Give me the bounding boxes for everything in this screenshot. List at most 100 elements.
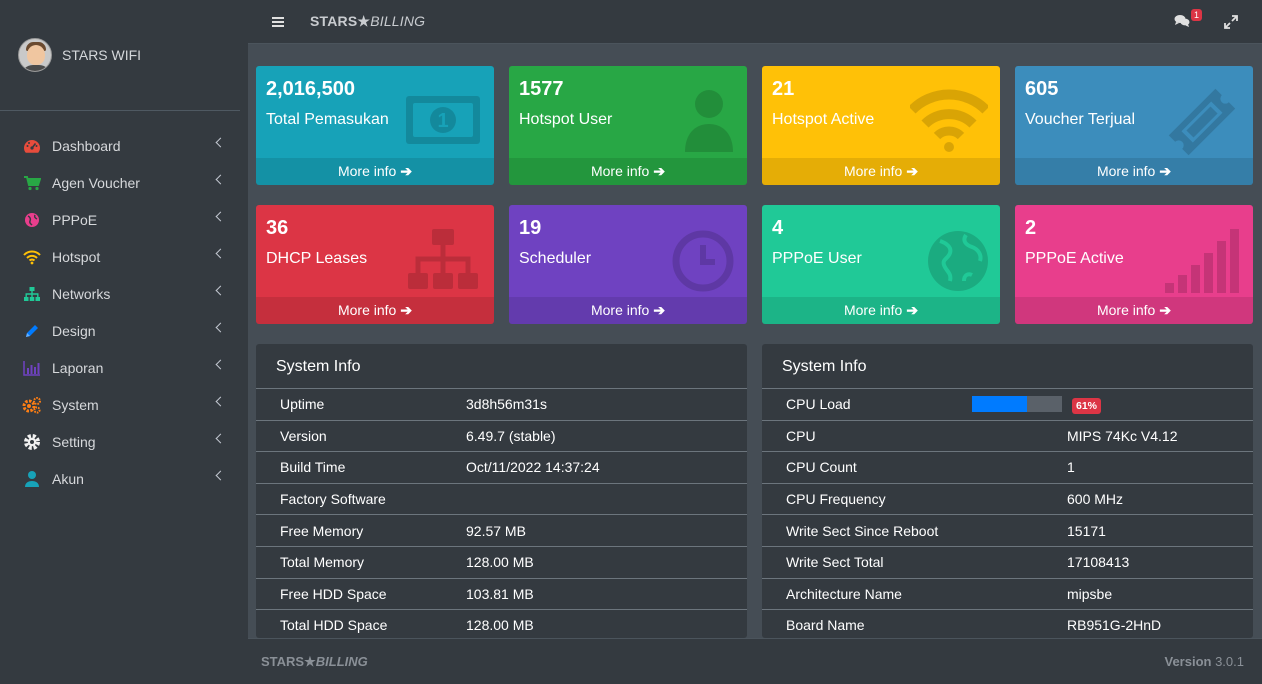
stat-title: Hotspot User <box>519 111 613 128</box>
globe-icon <box>22 211 42 229</box>
table-row: CPU MIPS 74Kc V4.12 <box>762 421 1253 453</box>
sidebar-item-label: Networks <box>52 285 111 302</box>
sidebar-item-hotspot[interactable]: Hotspot <box>0 238 248 275</box>
version-info: Version 3.0.1 <box>1164 654 1244 669</box>
bar-chart-icon <box>22 359 42 377</box>
stat-title: PPPoE Active <box>1025 250 1124 267</box>
wifi-icon <box>22 248 42 266</box>
sidebar-item-label: Setting <box>52 433 96 450</box>
arrow-right-icon: ➔ <box>653 302 666 318</box>
wifi-icon <box>908 84 990 156</box>
sidebar-item-label: Laporan <box>52 359 104 376</box>
stat-value: 605 <box>1025 78 1059 100</box>
table-row: Uptime 3d8h56m31s <box>256 389 747 421</box>
stat-box-total-pemasukan: 2,016,500 Total Pemasukan 1 More info ➔ <box>256 66 494 185</box>
sidebar-item-pppoe[interactable]: PPPoE <box>0 201 248 238</box>
signal-icon <box>1163 223 1241 295</box>
more-info-link[interactable]: More info ➔ <box>762 297 1000 324</box>
sidebar-item-design[interactable]: Design <box>0 312 248 349</box>
more-info-link[interactable]: More info ➔ <box>256 297 494 324</box>
chevron-left-icon <box>215 285 226 296</box>
chevron-left-icon <box>215 470 226 481</box>
stat-title: Scheduler <box>519 250 592 267</box>
menu-toggle-icon[interactable] <box>272 16 284 27</box>
navbar-right: 1 <box>1174 0 1262 44</box>
sidebar-item-akun[interactable]: Akun <box>0 460 248 497</box>
gear-icon <box>22 433 42 451</box>
avatar[interactable] <box>18 38 52 72</box>
arrow-right-icon: ➔ <box>1159 302 1172 318</box>
cpu-load-progress <box>972 396 1062 413</box>
sidebar-item-networks[interactable]: Networks <box>0 275 248 312</box>
cart-icon <box>22 174 42 192</box>
more-info-link[interactable]: More info ➔ <box>509 158 747 185</box>
more-info-link[interactable]: More info ➔ <box>762 158 1000 185</box>
globe-icon <box>910 223 988 295</box>
sidebar-item-setting[interactable]: Setting <box>0 423 248 460</box>
stat-value: 4 <box>772 217 784 239</box>
chevron-left-icon <box>215 433 226 444</box>
footer-brand: STARS★BILLING <box>261 653 368 669</box>
comments-icon[interactable]: 1 <box>1174 9 1202 30</box>
sidebar: STARS WIFI Dashboard Agen Voucher PPPoE <box>0 0 248 684</box>
user-panel[interactable]: STARS WIFI <box>0 0 240 111</box>
sidebar-item-dashboard[interactable]: Dashboard <box>0 127 248 164</box>
ticket-icon <box>1163 84 1241 156</box>
clock-icon <box>657 223 735 295</box>
sidebar-item-label: Akun <box>52 470 84 487</box>
stat-title: Total Pemasukan <box>266 111 389 128</box>
chevron-left-icon <box>215 174 226 185</box>
stat-title: DHCP Leases <box>266 250 368 267</box>
arrow-right-icon: ➔ <box>653 163 666 179</box>
sidebar-item-laporan[interactable]: Laporan <box>0 349 248 386</box>
sitemap-icon <box>22 285 42 303</box>
chevron-left-icon <box>215 211 226 222</box>
user-name[interactable]: STARS WIFI <box>62 47 141 63</box>
stat-box-voucher-terjual: 605 Voucher Terjual More info ➔ <box>1015 66 1253 185</box>
arrow-right-icon: ➔ <box>1159 163 1172 179</box>
fullscreen-icon[interactable] <box>1224 15 1238 29</box>
card-title: System Info <box>256 344 747 389</box>
stat-box-pppoe-active: 2 PPPoE Active More info ➔ <box>1015 205 1253 324</box>
more-info-link[interactable]: More info ➔ <box>1015 158 1253 185</box>
more-info-link[interactable]: More info ➔ <box>509 297 747 324</box>
stat-box-scheduler: 19 Scheduler More info ➔ <box>509 205 747 324</box>
sidebar-item-label: Hotspot <box>52 248 101 265</box>
arrow-right-icon: ➔ <box>906 302 919 318</box>
top-navbar: STARS★BILLING 1 <box>248 0 1262 44</box>
sidebar-item-system[interactable]: System <box>0 386 248 423</box>
cogs-icon <box>22 396 42 414</box>
table-row: Architecture Name mipsbe <box>762 579 1253 611</box>
chevron-left-icon <box>215 137 226 148</box>
table-row: Total HDD Space 128.00 MB <box>256 610 747 638</box>
table-row: Total Memory 128.00 MB <box>256 547 747 579</box>
sidebar-item-label: Dashboard <box>52 137 121 154</box>
sidebar-item-agen-voucher[interactable]: Agen Voucher <box>0 164 248 201</box>
stat-title: Hotspot Active <box>772 111 875 128</box>
stat-box-hotspot-user: 1577 Hotspot User More info ➔ <box>509 66 747 185</box>
stat-box-dhcp-leases: 36 DHCP Leases More info ➔ <box>256 205 494 324</box>
more-info-link[interactable]: More info ➔ <box>256 158 494 185</box>
table-row: Write Sect Total 17108413 <box>762 547 1253 579</box>
brand-logo[interactable]: STARS★BILLING <box>310 13 425 30</box>
cpu-load-badge: 61% <box>1072 398 1102 415</box>
sidebar-item-label: Agen Voucher <box>52 174 140 191</box>
sitemap-icon <box>404 223 482 295</box>
arrow-right-icon: ➔ <box>400 302 413 318</box>
star-icon: ★ <box>357 13 371 29</box>
more-info-link[interactable]: More info ➔ <box>1015 297 1253 324</box>
system-info-card-right: System Info CPU Load 61% CPU MIPS 74Kc V4… <box>762 344 1253 638</box>
stat-value: 1577 <box>519 78 564 100</box>
table-row: Board Name RB951G-2HnD <box>762 610 1253 638</box>
stat-box-pppoe-user: 4 PPPoE User More info ➔ <box>762 205 1000 324</box>
cpu-load-fill <box>972 396 1027 413</box>
stat-value: 2,016,500 <box>266 78 355 100</box>
chevron-left-icon <box>215 359 226 370</box>
sidebar-item-label: System <box>52 396 99 413</box>
table-row: CPU Frequency 600 MHz <box>762 484 1253 516</box>
stat-value: 36 <box>266 217 289 239</box>
stat-title: Voucher Terjual <box>1025 111 1135 128</box>
card-title: System Info <box>762 344 1253 389</box>
chevron-left-icon <box>215 322 226 333</box>
table-row: Write Sect Since Reboot 15171 <box>762 515 1253 547</box>
